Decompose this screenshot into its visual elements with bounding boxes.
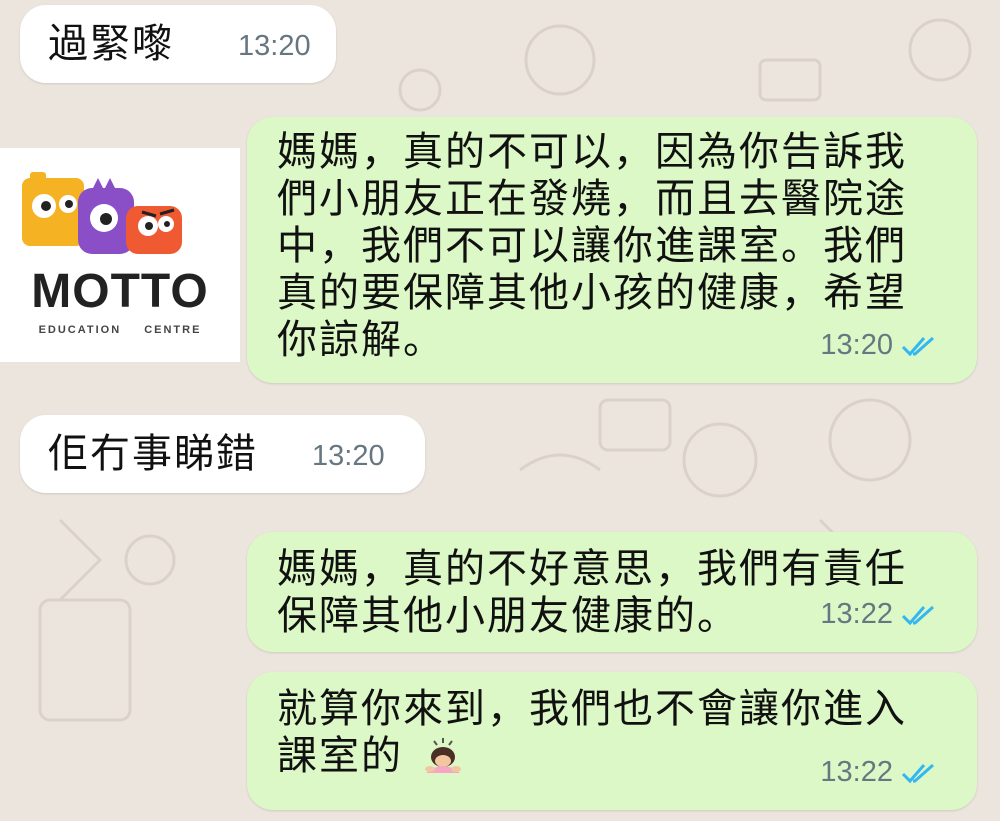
message-line: 媽媽，真的不好意思，我們有責任	[277, 546, 907, 592]
message-timestamp: 13:22	[820, 598, 893, 630]
message-line: 課室的	[277, 733, 403, 779]
message-meta: 13:22	[820, 749, 937, 796]
message-timestamp: 13:20	[238, 29, 311, 62]
message-text: 佢冇事睇錯	[48, 431, 258, 477]
message-line: 媽媽，真的不可以，因為你告訴我	[277, 129, 907, 175]
message-timestamp: 13:20	[820, 329, 893, 361]
message-meta: 13:22	[820, 591, 937, 638]
incoming-message-bubble[interactable]: 過緊嚟 13:20	[20, 5, 336, 83]
read-double-check-icon	[901, 763, 934, 783]
person-bowing-emoji-icon	[424, 738, 461, 773]
logo-wordmark: MOTTO	[31, 265, 209, 318]
message-meta: 13:20	[820, 322, 937, 369]
motto-mascot-icon	[22, 172, 182, 254]
read-double-check-icon	[901, 336, 934, 356]
message-line: 中，我們不可以讓你進課室。我們	[277, 223, 907, 269]
message-timestamp: 13:22	[820, 756, 893, 788]
message-text: 過緊嚟	[48, 21, 174, 67]
outgoing-message-bubble[interactable]: 媽媽，真的不可以，因為你告訴我 們小朋友正在發燒，而且去醫院途 中，我們不可以讓…	[247, 117, 977, 383]
read-double-check-icon	[901, 605, 934, 625]
message-line: 們小朋友正在發燒，而且去醫院途	[277, 176, 907, 222]
logo-subtitle: EDUCATION CENTRE	[38, 324, 202, 336]
message-line: 就算你來到，我們也不會讓你進入	[277, 686, 907, 732]
motto-logo: MOTTO EDUCATION CENTRE	[0, 148, 240, 362]
message-timestamp: 13:20	[312, 439, 385, 472]
outgoing-message-bubble[interactable]: 就算你來到，我們也不會讓你進入 課室的 13:22	[247, 672, 977, 810]
outgoing-message-bubble[interactable]: 媽媽，真的不好意思，我們有責任 保障其他小朋友健康的。 13:22	[247, 532, 977, 652]
incoming-message-bubble[interactable]: 佢冇事睇錯 13:20	[20, 415, 425, 493]
message-line: 真的要保障其他小孩的健康，希望	[277, 270, 907, 316]
